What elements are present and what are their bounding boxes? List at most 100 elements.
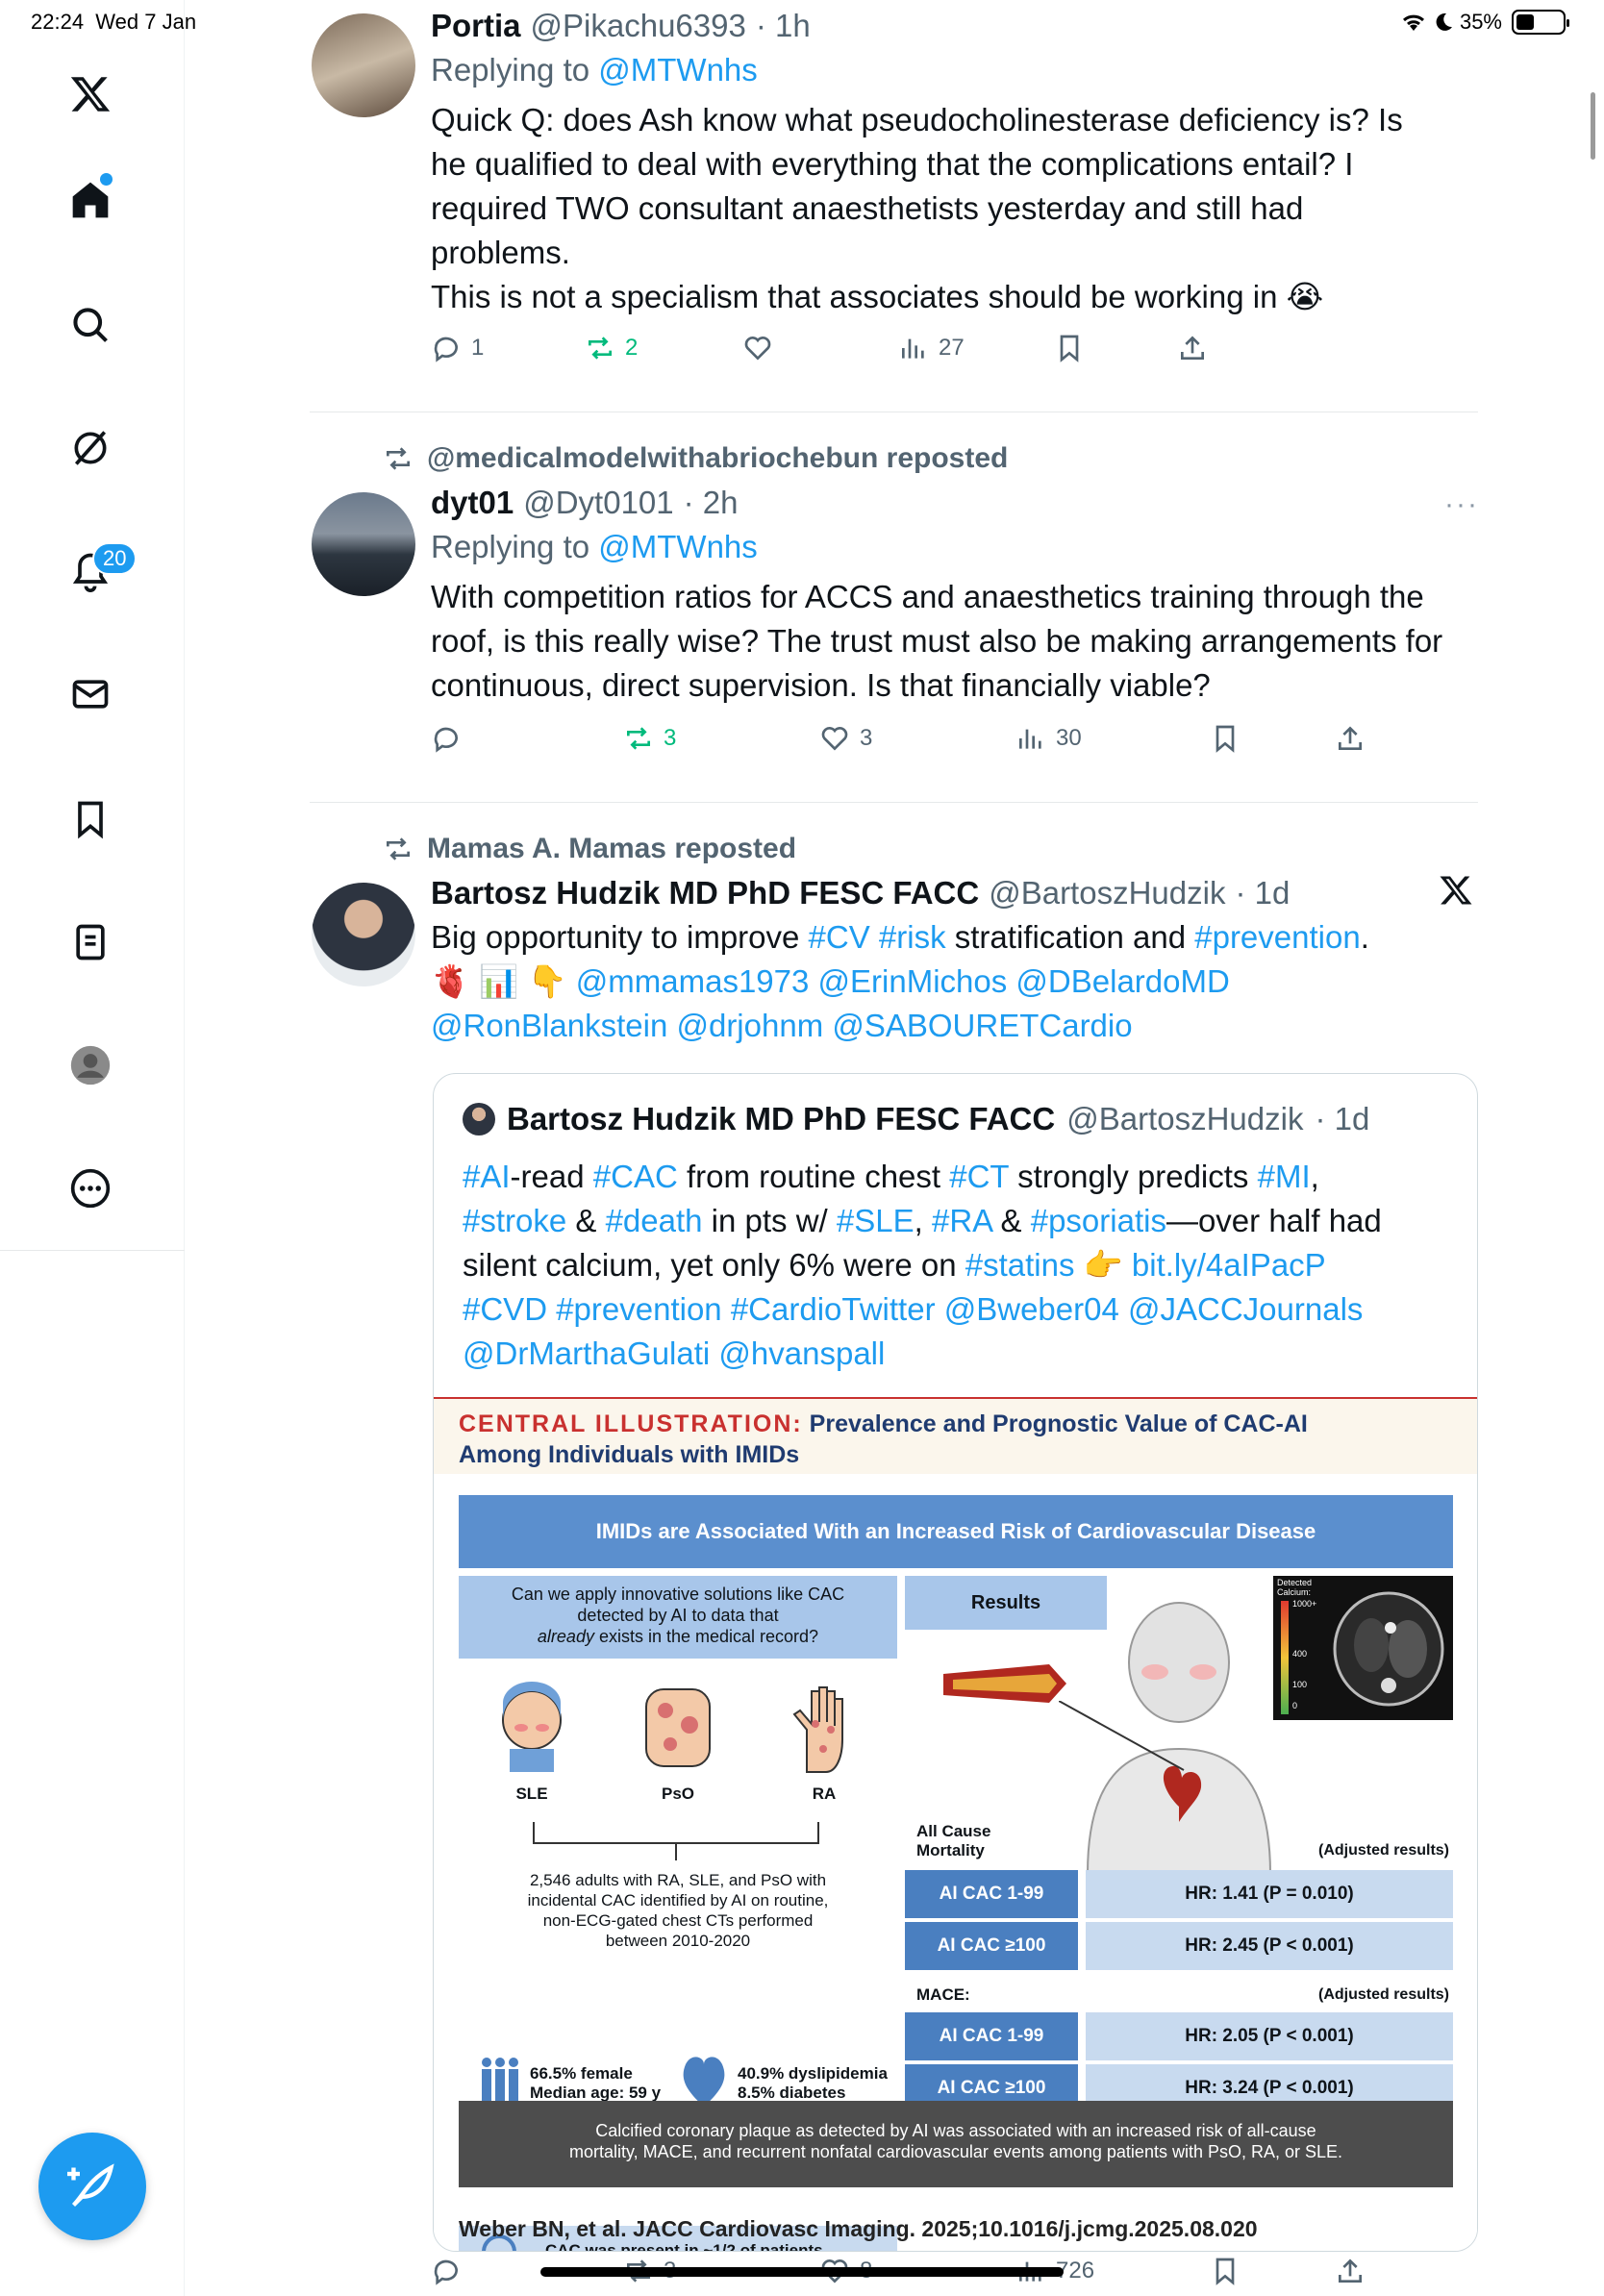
bracket-lines <box>533 1822 819 1860</box>
bookmark-icon <box>1216 725 1235 753</box>
people-icon <box>482 2058 518 2102</box>
ra-figure: RA <box>776 1682 872 1804</box>
tweet1-replying: Replying to @MTWnhs <box>431 52 758 87</box>
tweet3-avatar[interactable] <box>312 883 415 986</box>
tweet2-author-name[interactable]: dyt01 <box>431 485 514 521</box>
grok-icon[interactable] <box>63 421 117 475</box>
cohort-description: 2,546 adults with RA, SLE, and PsO with … <box>527 1871 829 1950</box>
search-icon[interactable] <box>63 298 117 352</box>
views-icon <box>1019 729 1041 749</box>
repost-icon <box>589 337 612 360</box>
compose-feather-icon <box>67 2163 114 2208</box>
tweet2[interactable]: dyt01 @Dyt0101 · 2h Replying to @MTWnhs … <box>431 485 1479 708</box>
hr-row: AI CAC 1-99 HR: 1.41 (P = 0.010) <box>905 1870 1453 1918</box>
tweet1-text: Quick Q: does Ash know what pseudocholin… <box>431 102 1403 314</box>
feed-scrollbar[interactable] <box>1591 92 1595 160</box>
reply-button[interactable] <box>431 2256 462 2286</box>
share-icon <box>1181 336 1204 360</box>
repost-icon <box>387 837 410 861</box>
mace-label: MACE: <box>916 1985 970 2004</box>
pointer-line <box>1059 1701 1185 1771</box>
hashtag-link[interactable]: #prevention <box>1194 919 1360 955</box>
tweet3-time: · 1d <box>1235 875 1291 911</box>
sle-figure: SLE <box>484 1682 580 1804</box>
reply-icon <box>434 337 458 362</box>
tweet1-avatar[interactable] <box>312 13 415 117</box>
tweet2-avatar[interactable] <box>312 492 415 596</box>
reply-icon <box>434 2259 458 2285</box>
tweet1-author-name[interactable]: Portia <box>431 8 521 44</box>
tweet3-repost-line: Mamas A. Mamas reposted <box>383 833 796 865</box>
home-unread-dot <box>100 173 113 186</box>
mention-links[interactable]: @RonBlankstein @drjohnm @SABOURETCardio <box>431 1004 1479 1048</box>
bookmark-icon <box>1060 335 1079 362</box>
illustration-question: Can we apply innovative solutions like C… <box>459 1576 897 1659</box>
compose-button[interactable] <box>38 2133 146 2240</box>
tweet1-replying-handle[interactable]: @MTWnhs <box>598 52 758 87</box>
messages-icon[interactable] <box>63 667 117 721</box>
tweet2-text: With competition ratios for ACCS and ana… <box>431 579 1443 703</box>
like-button[interactable]: 3 <box>819 723 872 754</box>
illustration-header: CENTRAL ILLUSTRATION: Prevalence and Pro… <box>434 1399 1477 1474</box>
share-button[interactable] <box>1177 333 1208 363</box>
profile-icon[interactable] <box>63 1038 117 1092</box>
battery-icon <box>1512 10 1569 35</box>
adjusted-results-label: (Adjusted results) <box>1317 1842 1449 1859</box>
hr-row: AI CAC 1-99 HR: 2.05 (P < 0.001) <box>905 2012 1453 2060</box>
hashtag-link[interactable]: #CV #risk <box>809 919 946 955</box>
quote-time: · 1d <box>1315 1101 1370 1136</box>
illustration-citation: Weber BN, et al. JACC Cardiovasc Imaging… <box>459 2216 1258 2241</box>
illustration-conclusion: Calcified coronary plaque as detected by… <box>459 2101 1453 2187</box>
home-indicator[interactable] <box>540 2267 1064 2277</box>
repost-button[interactable]: 2 <box>585 333 638 363</box>
x-logo-icon[interactable] <box>63 67 117 121</box>
views-icon <box>902 338 924 359</box>
illustration-results-panel: Results Detected Calcium: 1000+ 400 100 … <box>905 1576 1453 2114</box>
repost-icon <box>627 727 650 750</box>
bookmarks-icon[interactable] <box>63 792 117 846</box>
share-button[interactable] <box>1335 723 1366 754</box>
like-button[interactable] <box>742 333 773 363</box>
views-button[interactable]: 27 <box>898 333 965 363</box>
tweet3-author-name[interactable]: Bartosz Hudzik MD PhD FESC FACC <box>431 875 979 911</box>
bookmark-button[interactable] <box>1054 333 1085 363</box>
bookmark-icon <box>1216 2258 1235 2285</box>
share-icon <box>1339 726 1362 750</box>
sidebar: 20 <box>0 0 185 2296</box>
emoji-row: 🫀 📊 👇 <box>431 963 567 999</box>
tweet3[interactable]: Bartosz Hudzik MD PhD FESC FACC @Bartosz… <box>431 875 1479 1048</box>
reply-button[interactable] <box>431 723 462 754</box>
tweet2-time: · 2h <box>683 485 739 520</box>
hr-row: AI CAC ≥100 HR: 2.45 (P < 0.001) <box>905 1922 1453 1970</box>
views-button[interactable]: 30 <box>1015 723 1082 754</box>
bookmark-button[interactable] <box>1210 723 1241 754</box>
lists-icon[interactable] <box>63 915 117 969</box>
tweet2-replying-handle[interactable]: @MTWnhs <box>598 529 758 564</box>
reply-icon <box>434 727 458 753</box>
tweet1-handle[interactable]: @Pikachu6393 <box>531 8 746 44</box>
reply-button[interactable]: 1 <box>431 333 484 363</box>
ct-scan-image: Detected Calcium: 1000+ 400 100 0 <box>1273 1576 1453 1720</box>
share-button[interactable] <box>1335 2256 1366 2286</box>
artery-plaque-icon <box>943 1664 1066 1703</box>
tweet2-repost-line: @medicalmodelwithabriochebun reposted <box>383 442 1008 475</box>
all-cause-mortality-label: All Cause Mortality <box>916 1822 991 1859</box>
tweet1[interactable]: Portia @Pikachu6393 · 1h Replying to @MT… <box>431 8 1479 319</box>
sle-face-icon <box>502 1682 562 1772</box>
tweet2-replying: Replying to @MTWnhs <box>431 529 758 564</box>
demographics-stat: 66.5% female Median age: 59 y <box>530 2064 662 2102</box>
tweet3-text: Big opportunity to improve #CV #risk str… <box>431 915 1479 1048</box>
bookmark-button[interactable] <box>1210 2256 1241 2286</box>
more-icon[interactable] <box>63 1161 117 1215</box>
calcium-scale-bar <box>1281 1601 1289 1714</box>
quoted-tweet-card[interactable]: Bartosz Hudzik MD PhD FESC FACC @Bartosz… <box>433 1073 1478 2252</box>
quote-avatar <box>463 1103 495 1136</box>
repost-button[interactable]: 3 <box>623 723 676 754</box>
short-link[interactable]: bit.ly/4aIPacP <box>1132 1247 1326 1283</box>
tweet3-handle[interactable]: @BartoszHudzik <box>989 875 1225 911</box>
central-illustration-image[interactable]: CENTRAL ILLUSTRATION: Prevalence and Pro… <box>434 1397 1477 2251</box>
mention-links[interactable]: @mmamas1973 @ErinMichos @DBelardoMD <box>576 963 1230 999</box>
pso-skin-icon <box>645 1688 711 1767</box>
tweet1-time: · 1h <box>755 8 811 43</box>
tweet2-handle[interactable]: @Dyt0101 <box>523 485 673 521</box>
